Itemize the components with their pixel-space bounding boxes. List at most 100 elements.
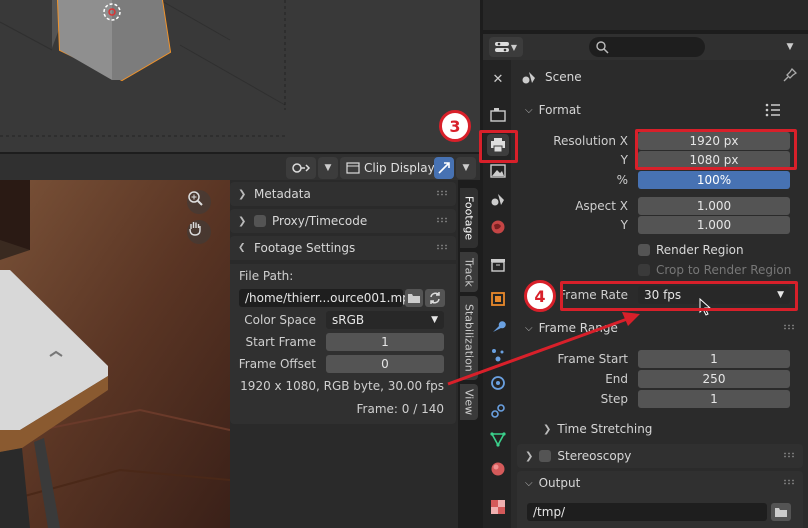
render-region-row[interactable]: Render Region bbox=[638, 243, 744, 257]
crop-region-row: Crop to Render Region bbox=[638, 263, 791, 277]
tab-view-layer[interactable] bbox=[487, 160, 509, 182]
tab-tool[interactable]: ✕ bbox=[487, 68, 509, 90]
presets-icon[interactable] bbox=[765, 103, 781, 117]
chevron-right-icon: ❯ bbox=[238, 215, 247, 227]
render-region-checkbox[interactable] bbox=[638, 244, 650, 256]
chevron-down-icon: ▼ bbox=[510, 42, 518, 52]
zoom-button[interactable] bbox=[187, 190, 211, 214]
options-dropdown[interactable]: ▼ bbox=[779, 37, 801, 57]
frame-start-field[interactable]: 1 bbox=[638, 350, 790, 368]
reload-icon bbox=[430, 292, 440, 304]
tab-constraints[interactable] bbox=[487, 400, 509, 422]
frame-count-text: Frame: 0 / 140 bbox=[356, 402, 444, 416]
stereoscopy-checkbox[interactable] bbox=[539, 450, 552, 462]
material-icon bbox=[491, 462, 505, 476]
annotation-box-frame-rate bbox=[560, 281, 798, 311]
chevron-down-icon: ▼ bbox=[324, 163, 332, 173]
drag-grip-icon[interactable] bbox=[783, 479, 795, 485]
properties-header: ▼ ▼ bbox=[483, 34, 808, 60]
tab-world[interactable] bbox=[487, 216, 509, 238]
tab-footage[interactable]: Footage bbox=[460, 188, 478, 248]
context-title: Scene bbox=[545, 70, 582, 84]
resolution-percent-value: 100% bbox=[696, 173, 732, 187]
clip-preview[interactable] bbox=[0, 180, 230, 528]
overlay-dropdown[interactable]: ▼ bbox=[318, 157, 338, 179]
drag-grip-icon[interactable] bbox=[783, 324, 795, 330]
tab-object[interactable] bbox=[487, 288, 509, 310]
tab-physics[interactable] bbox=[487, 372, 509, 394]
frame-offset-field[interactable]: 0 bbox=[326, 355, 444, 373]
annotation-box-output-tab bbox=[479, 130, 518, 163]
frame-start-label: Frame Start bbox=[557, 352, 628, 366]
file-path-input[interactable]: /home/thierr...ource001.mp4 bbox=[239, 289, 417, 307]
gizmo-toggle[interactable] bbox=[434, 157, 454, 179]
output-panel-header[interactable]: ⌵ Output bbox=[517, 471, 803, 495]
tab-modifiers[interactable] bbox=[487, 316, 509, 338]
output-panel-title: Output bbox=[538, 476, 581, 490]
outliner-area[interactable] bbox=[483, 0, 808, 30]
footage-settings-panel: File Path: /home/thierr...ource001.mp4 C… bbox=[230, 264, 456, 424]
proxy-panel-title: Proxy/Timecode bbox=[272, 214, 368, 228]
tab-particles[interactable] bbox=[487, 344, 509, 366]
gizmo-dropdown[interactable]: ▼ bbox=[456, 157, 476, 179]
stereoscopy-header[interactable]: ❯ Stereoscopy bbox=[517, 444, 803, 468]
proxy-panel-header[interactable]: ❯ Proxy/Timecode bbox=[230, 209, 456, 233]
resolution-percent-slider[interactable]: 100% bbox=[638, 171, 790, 189]
start-frame-label: Start Frame bbox=[245, 335, 316, 349]
tab-scene[interactable] bbox=[487, 188, 509, 210]
tab-stabilization[interactable]: Stabilization bbox=[460, 296, 478, 380]
chevron-down-icon: ▼ bbox=[786, 42, 794, 52]
tab-track[interactable]: Track bbox=[460, 252, 478, 292]
pivot-dropdown[interactable] bbox=[286, 157, 316, 179]
object-icon bbox=[491, 292, 505, 306]
resolution-y-label: Y bbox=[620, 153, 628, 167]
time-stretching-header[interactable]: ❯ Time Stretching bbox=[535, 417, 803, 441]
file-path-label: File Path: bbox=[239, 269, 294, 283]
frame-end-field[interactable]: 250 bbox=[638, 370, 790, 388]
editor-type-dropdown[interactable]: ▼ bbox=[489, 37, 523, 57]
properties-search-input[interactable] bbox=[589, 37, 705, 57]
folder-icon bbox=[408, 294, 420, 303]
pin-button[interactable] bbox=[783, 67, 798, 85]
metadata-panel-title: Metadata bbox=[254, 187, 311, 201]
proxy-checkbox[interactable] bbox=[254, 215, 266, 227]
reload-button[interactable] bbox=[425, 289, 445, 307]
color-space-dropdown[interactable]: sRGB ▼ bbox=[326, 311, 444, 329]
aspect-y-field[interactable]: 1.000 bbox=[638, 216, 790, 234]
tab-data[interactable] bbox=[487, 428, 509, 450]
clip-sidebar-tabs: Footage Track Stabilization View bbox=[458, 180, 480, 528]
start-frame-field[interactable]: 1 bbox=[326, 333, 444, 351]
pan-button[interactable] bbox=[187, 220, 211, 244]
drag-grip-icon[interactable] bbox=[436, 217, 448, 223]
time-stretching-title: Time Stretching bbox=[557, 422, 653, 436]
drag-grip-icon[interactable] bbox=[783, 452, 795, 458]
frame-step-field[interactable]: 1 bbox=[638, 390, 790, 408]
chevron-down-icon: ⌵ bbox=[525, 322, 533, 334]
zoom-icon bbox=[188, 191, 203, 206]
aspect-x-label: Aspect X bbox=[575, 199, 628, 213]
3d-viewport[interactable] bbox=[0, 0, 480, 152]
frame-range-panel-header[interactable]: ⌵ Frame Range bbox=[517, 316, 803, 340]
drag-grip-icon[interactable] bbox=[436, 190, 448, 196]
link-icon bbox=[292, 163, 311, 173]
output-browse-button[interactable] bbox=[771, 503, 791, 521]
metadata-panel-header[interactable]: ❯ Metadata bbox=[230, 182, 456, 206]
scene-icon bbox=[522, 72, 535, 84]
aspect-x-field[interactable]: 1.000 bbox=[638, 197, 790, 215]
tab-render[interactable] bbox=[487, 104, 509, 126]
resolution-percent-label: % bbox=[616, 173, 628, 187]
tab-texture[interactable] bbox=[487, 496, 509, 518]
tab-view[interactable]: View bbox=[460, 384, 478, 420]
browse-file-button[interactable] bbox=[405, 289, 423, 307]
crop-region-checkbox bbox=[638, 264, 650, 276]
footage-settings-panel-header[interactable]: ❮ Footage Settings bbox=[230, 236, 456, 260]
drag-grip-icon[interactable] bbox=[436, 244, 448, 250]
tab-material[interactable] bbox=[487, 458, 509, 480]
chevron-right-icon: ❯ bbox=[238, 188, 247, 200]
format-panel-header[interactable]: ⌵ Format bbox=[517, 98, 803, 122]
texture-icon bbox=[491, 500, 505, 514]
output-panel-body: /tmp/ bbox=[517, 495, 803, 528]
tab-collection[interactable] bbox=[487, 254, 509, 276]
frame-step-label: Step bbox=[600, 392, 628, 406]
output-path-input[interactable]: /tmp/ bbox=[527, 503, 767, 521]
